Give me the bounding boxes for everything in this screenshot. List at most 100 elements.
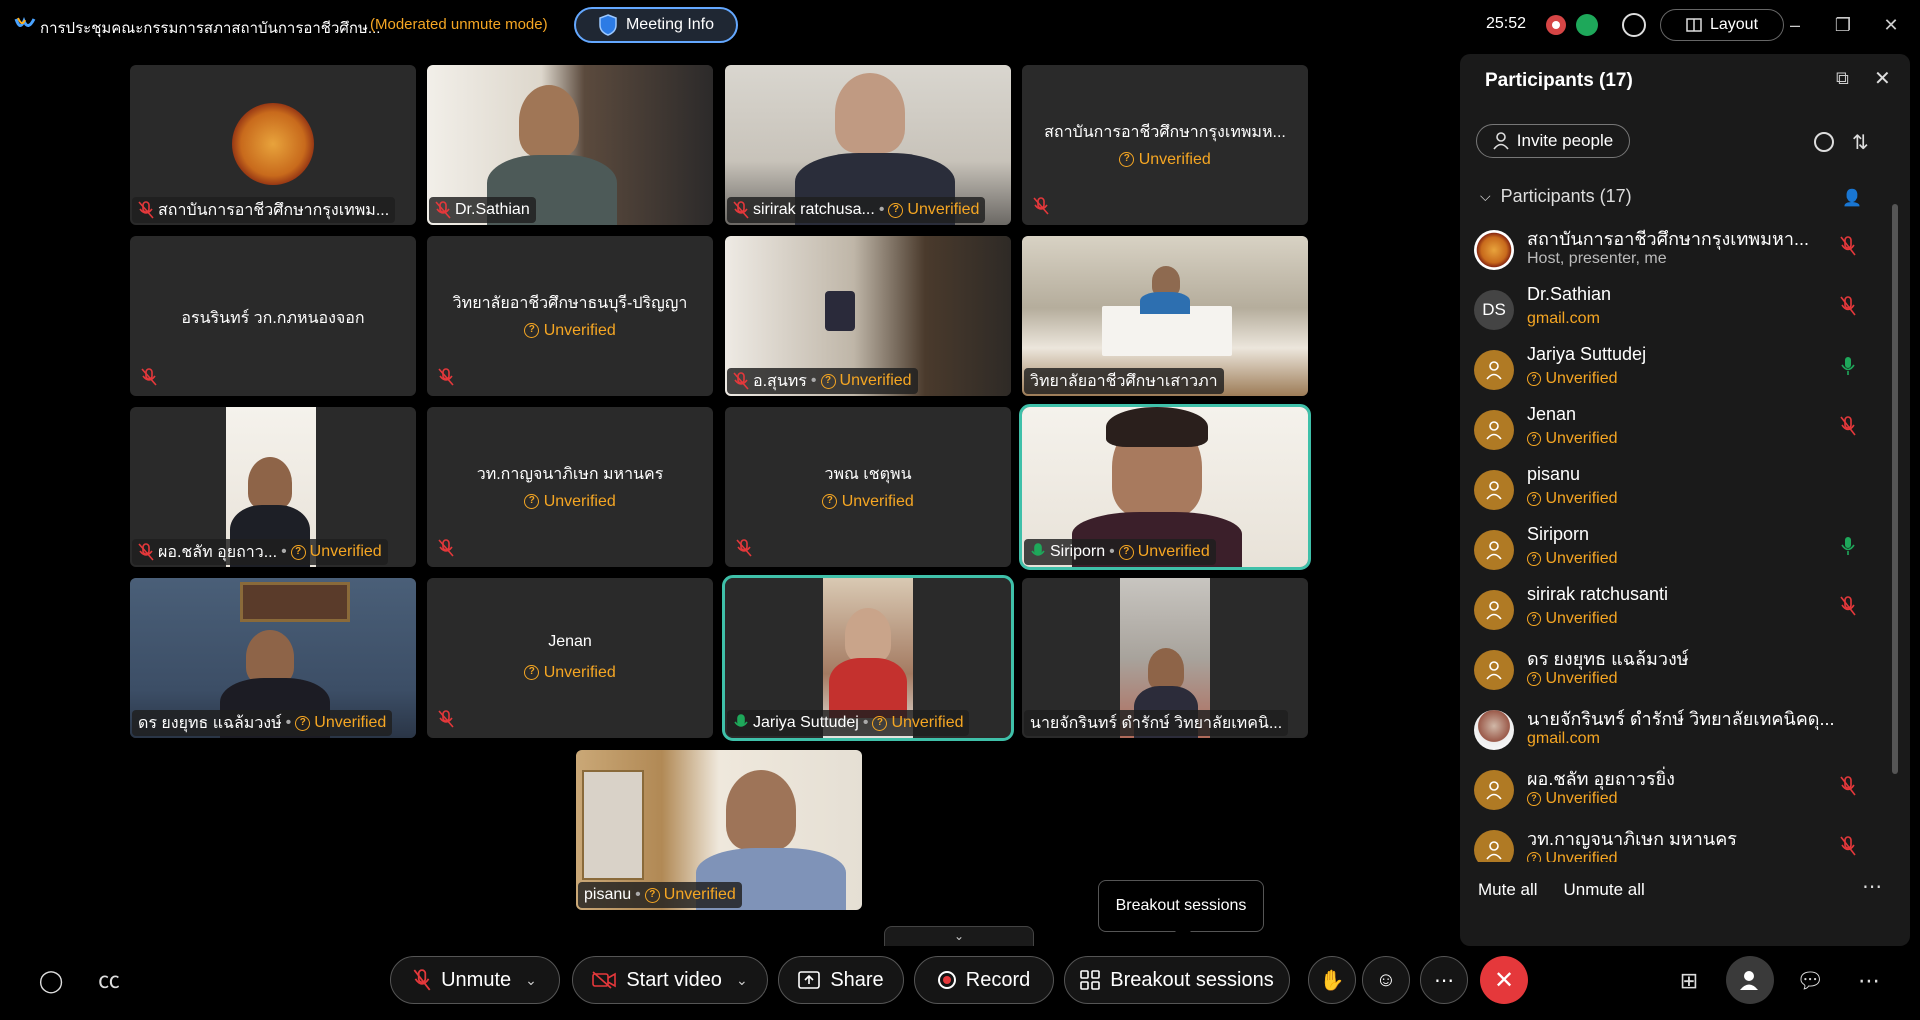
unverified-info-icon: ? (524, 323, 540, 339)
closed-captions-icon[interactable]: ㏄ (96, 968, 122, 994)
participant-row[interactable]: DS Dr.Sathian gmail.com (1460, 282, 1910, 342)
video-tile[interactable]: นายจักรินทร์ ดำรักษ์ วิทยาลัยเทคนิ... (1022, 578, 1308, 738)
zoom-in-icon[interactable] (1622, 13, 1646, 37)
participant-name: sirirak ratchusanti (1527, 584, 1669, 604)
mic-muted-icon[interactable] (1840, 236, 1856, 256)
raise-hand-icon[interactable]: ✋ (1308, 956, 1356, 1004)
person-icon (1493, 132, 1509, 150)
participant-row[interactable]: Jariya Suttudej ? Unverified (1460, 342, 1910, 402)
video-tile[interactable]: ผอ.ชลัท อุยถาว... • ? Unverified (130, 407, 416, 567)
close-window-icon[interactable]: ✕ (1878, 12, 1904, 38)
video-tile[interactable]: sirirak ratchusa... • ? Unverified (725, 65, 1011, 225)
avatar: DS (1474, 290, 1514, 330)
host-badge-icon: 👤 (1842, 190, 1862, 207)
avatar (1474, 350, 1514, 390)
participant-row[interactable]: pisanu ? Unverified (1460, 462, 1910, 522)
apps-icon[interactable]: ⊞ (1676, 968, 1702, 994)
video-tile[interactable]: อ.สุนทร • ? Unverified (725, 236, 1011, 396)
reactions-icon[interactable]: ☺ (1362, 956, 1410, 1004)
more-actions-icon[interactable]: ⋯ (1420, 956, 1468, 1004)
video-tile[interactable]: วพณ เชตุพน ? Unverified (725, 407, 1011, 567)
mute-all-button[interactable]: Mute all (1478, 880, 1538, 900)
chevron-down-icon: ⌄ (953, 929, 965, 943)
mic-muted-icon (733, 201, 749, 219)
video-tile[interactable]: สถาบันการอาชีวศึกษากรุงเทพม... (130, 65, 416, 225)
participant-row[interactable]: sirirak ratchusanti ? Unverified (1460, 582, 1910, 642)
video-tile[interactable]: Dr.Sathian (427, 65, 713, 225)
participant-row[interactable]: Siriporn ? Unverified (1460, 522, 1910, 582)
close-panel-icon[interactable]: ✕ (1874, 66, 1896, 90)
mic-muted-icon[interactable] (1840, 836, 1856, 856)
record-button[interactable]: Record (914, 956, 1054, 1004)
invite-people-button[interactable]: Invite people (1476, 124, 1630, 158)
unverified-info-icon: ? (820, 373, 836, 389)
mic-muted-icon[interactable] (1840, 416, 1856, 436)
participant-row[interactable]: ผอ.ชลัท อุยถาวรยิ่ง ? Unverified (1460, 762, 1910, 822)
network-health-icon[interactable] (1576, 14, 1598, 36)
more-options-icon[interactable]: ⋯ (1862, 874, 1882, 899)
layout-label: Layout (1709, 16, 1759, 33)
pop-out-icon[interactable]: ⧉ (1836, 68, 1858, 90)
unverified-info-icon: ? (1119, 152, 1135, 168)
unverified-label: ? Unverified (1022, 151, 1308, 169)
participant-figure (519, 85, 579, 157)
chevron-down-icon[interactable]: ⌄ (525, 972, 537, 989)
mic-muted-icon[interactable] (1840, 296, 1856, 316)
video-tile[interactable]: อรนรินทร์ วก.กภหนองจอก (130, 236, 416, 396)
unverified-label: ? Unverified (1527, 850, 1617, 862)
participants-scrollbar[interactable] (1892, 204, 1898, 774)
breakout-sessions-button[interactable]: Breakout sessions (1064, 956, 1290, 1004)
avatar (1474, 470, 1514, 510)
participant-row[interactable]: นายจักรินทร์ ดำรักษ์ วิทยาลัยเทคนิคดุ...… (1460, 702, 1910, 762)
start-video-button[interactable]: Start video ⌄ (572, 956, 768, 1004)
video-tile-active-speaker[interactable]: Siriporn • ? Unverified (1019, 404, 1311, 570)
minimize-icon[interactable]: – (1782, 12, 1808, 38)
video-tile[interactable]: pisanu • ? Unverified (576, 750, 862, 910)
moderated-mode-label: (Moderated unmute mode) (370, 16, 548, 33)
participant-name: วท.กาญจนาภิเษก มหานคร (476, 466, 664, 483)
video-tile[interactable]: สถาบันการอาชีวศึกษากรุงเทพมห... ? Unveri… (1022, 65, 1308, 225)
participant-figure (246, 630, 294, 684)
unverified-info-icon: ? (822, 494, 838, 510)
participant-row[interactable]: วท.กาญจนาภิเษก มหานคร ? Unverified (1460, 822, 1910, 862)
participant-name: วพณ เชตุพน (824, 466, 912, 483)
unverified-label: ? Unverified (725, 493, 1011, 511)
share-button[interactable]: Share (778, 956, 904, 1004)
video-tile[interactable]: Jenan ? Unverified (427, 578, 713, 738)
participants-section-header[interactable]: ⌵ Participants (17) (1480, 186, 1632, 207)
recording-indicator-icon (1546, 15, 1566, 35)
video-tile[interactable]: วิทยาลัยอาชีวศึกษาธนบุรี-ปริญญา ? Unveri… (427, 236, 713, 396)
meeting-info-button[interactable]: Meeting Info (574, 7, 738, 43)
layout-button[interactable]: Layout (1660, 9, 1784, 41)
participant-row[interactable]: สถาบันการอาชีวศึกษากรุงเทพมหา... Host, p… (1460, 222, 1910, 282)
unverified-info-icon: ? (524, 665, 540, 681)
unmute-button[interactable]: Unmute ⌄ (390, 956, 560, 1004)
mic-on-icon (734, 714, 748, 727)
video-tile[interactable]: ดร ยงยุทธ แฉล้มวงษ์ • ? Unverified (130, 578, 416, 738)
layout-grid-icon (1686, 18, 1702, 32)
search-icon[interactable] (1814, 132, 1834, 152)
video-tile[interactable]: วิทยาลัยอาชีวศึกษาเสาวภา (1022, 236, 1308, 396)
participants-panel-toggle[interactable] (1726, 956, 1774, 1004)
avatar (1474, 410, 1514, 450)
participant-row[interactable]: Jenan ? Unverified (1460, 402, 1910, 462)
leave-meeting-button[interactable]: ✕ (1480, 956, 1528, 1004)
participant-row[interactable]: ดร ยงยุทธ แฉล้มวงษ์ ? Unverified (1460, 642, 1910, 702)
collapse-toolbar-tab[interactable]: ⌄ (884, 926, 1034, 946)
unmute-all-button[interactable]: Unmute all (1564, 880, 1645, 900)
video-tile-active-speaker[interactable]: Jariya Suttudej • ? Unverified (722, 575, 1014, 741)
avatar (1474, 590, 1514, 630)
participant-name: Dr.Sathian (1527, 284, 1612, 304)
mic-on-icon[interactable] (1840, 356, 1856, 376)
chevron-down-icon[interactable]: ⌄ (736, 972, 748, 989)
sort-icon[interactable]: ⇅ (1852, 130, 1869, 155)
mic-muted-icon[interactable] (1840, 596, 1856, 616)
activity-status-icon[interactable]: ◯ (38, 968, 64, 994)
chat-icon[interactable]: 💬︎ (1796, 968, 1824, 994)
more-options-icon[interactable]: ⋯ (1856, 968, 1882, 994)
mic-on-icon[interactable] (1840, 536, 1856, 556)
avatar (1474, 830, 1514, 862)
mic-muted-icon[interactable] (1840, 776, 1856, 796)
restore-window-icon[interactable]: ❐ (1830, 12, 1856, 38)
video-tile[interactable]: วท.กาญจนาภิเษก มหานคร ? Unverified (427, 407, 713, 567)
